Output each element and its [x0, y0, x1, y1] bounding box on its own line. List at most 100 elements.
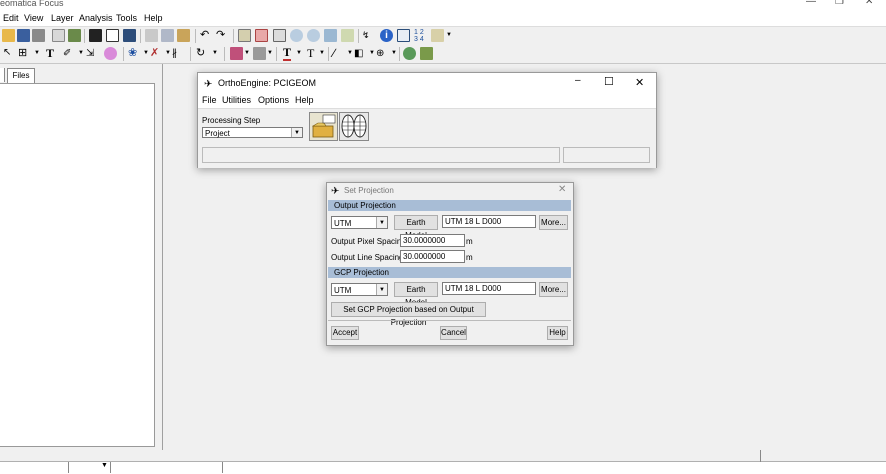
processing-step-value: Project: [205, 129, 230, 138]
rotate-dropdown-icon[interactable]: ▼: [212, 50, 218, 56]
menu-analysis[interactable]: Analysis: [79, 13, 113, 23]
line-color-dropdown-icon[interactable]: ▼: [267, 50, 273, 56]
tab-maps[interactable]: [0, 68, 5, 82]
line-edit-icon[interactable]: ✗: [150, 47, 163, 60]
file-tree[interactable]: [0, 83, 155, 447]
text-style-dropdown-icon[interactable]: ▼: [319, 50, 325, 56]
text-tool-icon[interactable]: T: [46, 46, 54, 61]
menu-view[interactable]: View: [24, 13, 43, 23]
menu-layer[interactable]: Layer: [51, 13, 74, 23]
restore-icon[interactable]: ❐: [835, 0, 844, 7]
text-style-icon[interactable]: T: [307, 46, 314, 61]
cancel-button[interactable]: Cancel: [440, 326, 467, 340]
cursor-coordinate-icon[interactable]: ↯: [362, 29, 375, 42]
ortho-menu-options[interactable]: Options: [258, 95, 289, 105]
window-icon[interactable]: [106, 29, 119, 42]
project-globe-button[interactable]: [339, 112, 369, 141]
earth-model-button[interactable]: Earth Model: [394, 215, 438, 240]
maximize-icon[interactable]: ☐: [604, 75, 614, 88]
layer-group-icon[interactable]: [403, 47, 416, 60]
arrow-style-dropdown-icon[interactable]: ▼: [391, 50, 397, 56]
arrow-style-icon[interactable]: ⊕: [376, 47, 389, 60]
layer-merge-icon[interactable]: [420, 47, 433, 60]
layer-stack-icon[interactable]: [123, 29, 136, 42]
vector-tool-icon[interactable]: ❀: [128, 47, 141, 60]
info-icon[interactable]: i: [380, 29, 393, 42]
print-icon[interactable]: [32, 29, 45, 42]
draw-dropdown-icon[interactable]: ▼: [78, 50, 84, 56]
line-style-icon[interactable]: ∕: [333, 46, 335, 60]
properties-icon[interactable]: [52, 29, 65, 42]
ortho-menu-file[interactable]: File: [202, 95, 217, 105]
gcp-projection-select[interactable]: UTM ▼: [331, 283, 388, 296]
fill-dropdown-icon[interactable]: ▼: [244, 50, 250, 56]
zoom-in-icon[interactable]: [290, 29, 303, 42]
line-weight-dropdown-icon[interactable]: ▼: [369, 50, 375, 56]
open-folder-icon[interactable]: [2, 29, 15, 42]
ortho-menu-utilities[interactable]: Utilities: [222, 95, 251, 105]
zoom-out-icon[interactable]: [307, 29, 320, 42]
zoom-to-layer-icon[interactable]: [238, 29, 251, 42]
processing-step-select[interactable]: Project ▼: [202, 127, 303, 138]
cut-icon[interactable]: [145, 29, 158, 42]
table-icon[interactable]: [397, 29, 410, 42]
output-more-button[interactable]: More...: [539, 215, 568, 230]
fill-color-icon[interactable]: [230, 47, 243, 60]
status-dropdown-icon[interactable]: ▼: [101, 462, 108, 469]
close-icon[interactable]: ✕: [865, 0, 873, 7]
gcp-projection-detail[interactable]: UTM 18 L D000: [442, 282, 536, 295]
line-weight-icon[interactable]: ◧: [354, 47, 367, 60]
menu-tools[interactable]: Tools: [116, 13, 137, 23]
tab-files[interactable]: Files: [7, 68, 35, 83]
set-gcp-from-output-button[interactable]: Set GCP Projection based on Output Proje…: [331, 302, 486, 327]
edit-node-icon[interactable]: ⇲: [86, 47, 99, 60]
status-bar: [0, 461, 886, 474]
ortho-menu-help[interactable]: Help: [295, 95, 314, 105]
layers-tool-icon[interactable]: [68, 29, 81, 42]
line-style-dropdown-icon[interactable]: ▼: [347, 50, 353, 56]
accept-button[interactable]: Accept: [331, 326, 359, 340]
line-spacing-input[interactable]: 30.0000000: [400, 250, 465, 263]
zoom-box-icon[interactable]: [273, 29, 286, 42]
text-color-icon[interactable]: T: [283, 46, 292, 61]
line-color-icon[interactable]: [253, 47, 266, 60]
zoom-window-icon[interactable]: [324, 29, 337, 42]
grid-dropdown-icon[interactable]: ▼: [34, 50, 40, 56]
zoom-extents-icon[interactable]: [255, 29, 268, 42]
pixel-spacing-label: Output Pixel Spacing:: [331, 237, 408, 246]
paste-icon[interactable]: [177, 29, 190, 42]
minimize-icon[interactable]: –: [575, 75, 581, 86]
close-icon[interactable]: ✕: [635, 76, 644, 89]
output-projection-detail[interactable]: UTM 18 L D000: [442, 215, 536, 228]
copy-icon[interactable]: [161, 29, 174, 42]
processing-step-label: Processing Step: [202, 116, 261, 125]
save-icon[interactable]: [17, 29, 30, 42]
output-projection-select[interactable]: UTM ▼: [331, 216, 388, 229]
select-arrow-icon[interactable]: ↖: [3, 47, 11, 58]
pan-icon[interactable]: [341, 29, 354, 42]
line-edit-dropdown-icon[interactable]: ▼: [165, 50, 171, 56]
rotate-icon[interactable]: ↻: [196, 47, 209, 60]
report-dropdown-icon[interactable]: ▼: [446, 32, 452, 38]
text-color-dropdown-icon[interactable]: ▼: [296, 50, 302, 56]
close-icon[interactable]: ✕: [558, 184, 566, 195]
help-button[interactable]: Help: [547, 326, 568, 340]
grid-tool-icon[interactable]: ⊞: [18, 47, 31, 60]
split-icon[interactable]: ∦: [172, 47, 185, 60]
toolbar-separator: [358, 29, 359, 43]
shape-tool-icon[interactable]: [104, 47, 117, 60]
open-project-button[interactable]: [309, 112, 338, 141]
gcp-more-button[interactable]: More...: [539, 282, 568, 297]
undo-icon[interactable]: ↶: [200, 29, 213, 42]
minimize-icon[interactable]: —: [806, 0, 816, 7]
menu-edit[interactable]: Edit: [3, 13, 19, 23]
pixel-spacing-input[interactable]: 30.0000000: [400, 234, 465, 247]
report-icon[interactable]: [431, 29, 444, 42]
catalog-icon[interactable]: [89, 29, 102, 42]
gcp-earth-model-button[interactable]: Earth Model: [394, 282, 438, 307]
statistics-icon[interactable]: 1 23 4: [414, 29, 427, 43]
vector-dropdown-icon[interactable]: ▼: [143, 50, 149, 56]
redo-icon[interactable]: ↷: [216, 29, 229, 42]
menu-help[interactable]: Help: [144, 13, 163, 23]
draw-tool-icon[interactable]: ✐: [63, 47, 76, 60]
